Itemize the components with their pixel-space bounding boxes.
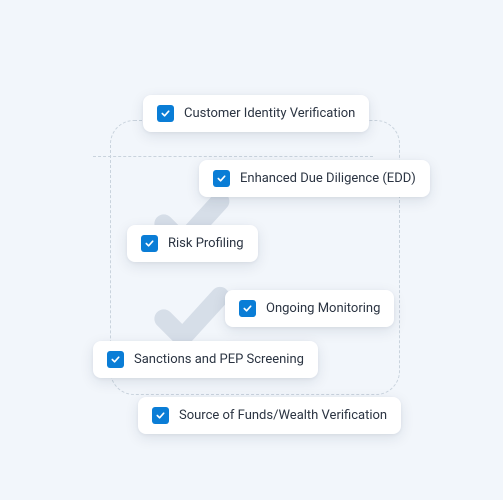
chip-label: Enhanced Due Diligence (EDD) <box>240 171 416 186</box>
checkbox-checked-icon <box>107 351 124 368</box>
chip-label: Customer Identity Verification <box>184 106 355 121</box>
checkbox-checked-icon <box>152 407 169 424</box>
chip-customer-identity-verification: Customer Identity Verification <box>143 95 369 132</box>
chip-label: Source of Funds/Wealth Verification <box>179 408 387 423</box>
chip-label: Ongoing Monitoring <box>266 301 380 316</box>
chip-ongoing-monitoring: Ongoing Monitoring <box>225 290 394 327</box>
chip-label: Risk Profiling <box>168 236 244 251</box>
checkbox-checked-icon <box>157 105 174 122</box>
chip-enhanced-due-diligence: Enhanced Due Diligence (EDD) <box>199 160 430 197</box>
chip-sanctions-pep-screening: Sanctions and PEP Screening <box>93 341 318 378</box>
checkbox-checked-icon <box>239 300 256 317</box>
checkbox-checked-icon <box>141 235 158 252</box>
chip-risk-profiling: Risk Profiling <box>127 225 258 262</box>
chip-source-of-funds: Source of Funds/Wealth Verification <box>138 397 401 434</box>
checkbox-checked-icon <box>213 170 230 187</box>
dashed-panel-divider <box>93 156 373 157</box>
chip-label: Sanctions and PEP Screening <box>134 352 304 367</box>
